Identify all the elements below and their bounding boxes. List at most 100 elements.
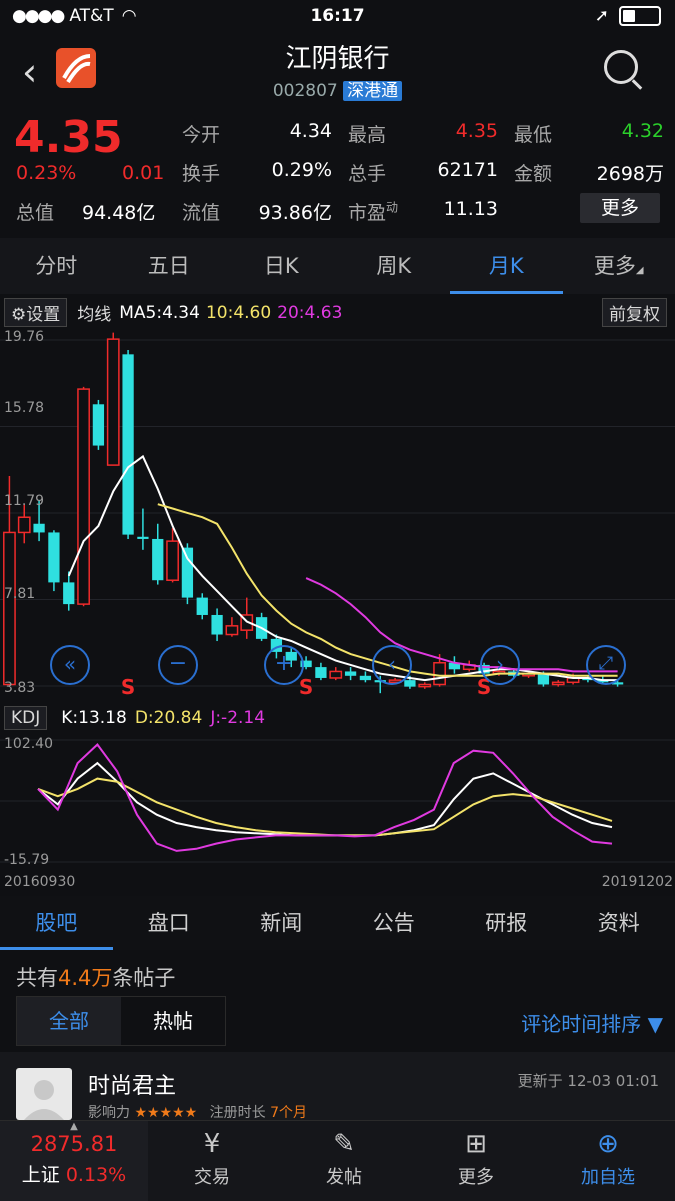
low-value: 4.32 [580,120,664,142]
nav-add-watchlist[interactable]: ⊕加自选 [548,1129,668,1189]
tab-intraday[interactable]: 分时 [0,238,113,294]
more-quote-button[interactable]: 更多 [580,193,660,223]
d-legend: D:20.84 [135,708,203,728]
high-value: 4.35 [418,120,498,142]
tab-more[interactable]: 更多◢ [563,238,675,294]
tab-announcements[interactable]: 公告 [338,896,451,950]
nav-trade-label: 交易 [194,1167,230,1188]
post-count: 共有4.4万条帖子 [16,962,175,992]
candle-body [33,524,44,533]
plus-circle-icon: ⊕ [548,1129,668,1163]
filter-all-button[interactable]: 全部 [17,997,121,1045]
end-date: 20191202 [602,874,673,890]
post-username[interactable]: 时尚君主 [88,1068,176,1100]
y-tick-1: 19.76 [4,329,44,345]
candle-body [226,626,237,635]
candlestick-chart[interactable]: SSS [0,326,675,700]
adjust-button[interactable]: 前复权 [602,298,667,327]
stock-name: 江阴银行 [0,38,675,75]
yen-cycle-icon: ¥ [152,1129,272,1163]
post-meta: 影响力 ★★★★★ 注册时长 7个月 [88,1102,307,1122]
kdj-chart[interactable] [0,734,675,870]
nav-post[interactable]: ✎发帖 [284,1129,404,1189]
nav-post-label: 发帖 [326,1167,362,1188]
kdj-k-line [38,763,612,835]
ma5-line [69,456,618,680]
tab-orderbook[interactable]: 盘口 [113,896,226,950]
tab-five-day[interactable]: 五日 [113,238,226,294]
next-icon[interactable]: › [480,645,520,685]
index-ticker[interactable]: ▲ 2875.81 上证 0.13% [0,1121,148,1201]
caret-up-icon: ▲ [0,1121,148,1132]
pe-label: 市盈动 [348,198,398,225]
ma20-line [306,578,617,671]
index-change: 0.13% [66,1164,126,1186]
sell-marker: S [299,675,313,699]
ma5-legend: MA5:4.34 [119,303,200,323]
grid-icon: ⊞ [416,1129,536,1163]
y-tick-5: 3.83 [4,680,35,696]
stock-code-line: 002807 深港通 [0,76,675,101]
tab-forum[interactable]: 股吧 [0,896,113,950]
stock-code: 002807 [273,81,338,101]
low-label: 最低 [514,120,552,147]
period-tabs: 分时 五日 日K 周K 月K 更多◢ [0,238,675,294]
gear-icon: ⚙ [11,305,26,325]
nav-more[interactable]: ⊞更多 [416,1129,536,1189]
k-legend: K:13.18 [61,708,127,728]
chart-toolbar: ⚙设置 均线 MA5:4.34 10:4.60 20:4.63 [4,298,342,327]
ma20-legend: 20:4.63 [277,303,342,323]
bottom-nav: ▲ 2875.81 上证 0.13% ¥ 交易 ✎发帖 ⊞更多 ⊕加自选 [0,1120,675,1201]
scroll-left-icon[interactable]: « [50,645,90,685]
filter-hot-button[interactable]: 热帖 [121,997,225,1045]
sort-dropdown[interactable]: 评论时间排序 ▼ [521,1008,663,1037]
candle-body [78,389,89,604]
amount-label: 金额 [514,159,552,186]
candle-body [137,537,148,539]
kdj-toolbar: KDJ K:13.18 D:20.84 J:-2.14 [4,706,265,730]
zoom-out-icon[interactable]: − [158,645,198,685]
zoom-in-icon[interactable]: + [264,645,304,685]
volume-value: 62171 [418,159,498,181]
amount-value: 2698万 [570,159,664,186]
avatar[interactable] [16,1068,72,1120]
tab-more-label: 更多 [594,254,636,278]
tab-profile[interactable]: 资料 [563,896,675,950]
fullscreen-icon[interactable]: ⤢ [586,645,626,685]
kdj-y-top: 102.40 [4,736,53,752]
post-count-prefix: 共有 [16,966,58,990]
post-item[interactable]: 时尚君主 更新于 12-03 01:01 影响力 ★★★★★ 注册时长 7个月 [0,1052,675,1120]
turnover-label: 换手 [182,159,220,186]
candle-body [434,663,445,685]
nav-trade[interactable]: ¥ 交易 [152,1129,272,1189]
status-bar: ●●●● AT&T ◠ 16:17 ➚ [0,0,675,34]
tab-daily-k[interactable]: 日K [225,238,338,294]
candle-body [19,517,30,532]
caret-down-icon: ▼ [648,1012,663,1036]
kdj-button[interactable]: KDJ [4,706,47,730]
connect-tag: 深港通 [343,81,402,101]
float-value-label: 流值 [182,198,220,225]
turnover-value: 0.29% [252,159,332,181]
tab-monthly-k[interactable]: 月K [450,238,563,294]
settings-label: 设置 [26,305,60,325]
search-icon[interactable] [604,50,638,84]
section-tabs: 股吧 盘口 新闻 公告 研报 资料 [0,896,675,950]
candle-body [211,615,222,635]
candle-body [152,539,163,580]
candle-body [48,532,59,582]
pe-sup: 动 [386,201,398,215]
settings-button[interactable]: ⚙设置 [4,298,67,327]
post-count-suffix: 条帖子 [112,966,175,990]
candle-body [345,671,356,675]
total-value-label: 总值 [16,198,54,225]
pe-label-text: 市盈 [348,202,386,224]
change-pct: 0.23% [16,162,76,184]
triangle-icon: ◢ [636,265,644,276]
tab-news[interactable]: 新闻 [225,896,338,950]
tab-research[interactable]: 研报 [450,896,563,950]
post-updated: 更新于 12-03 01:01 [518,1070,659,1091]
prev-icon[interactable]: ‹ [372,645,412,685]
candle-body [93,404,104,445]
tab-weekly-k[interactable]: 周K [338,238,451,294]
